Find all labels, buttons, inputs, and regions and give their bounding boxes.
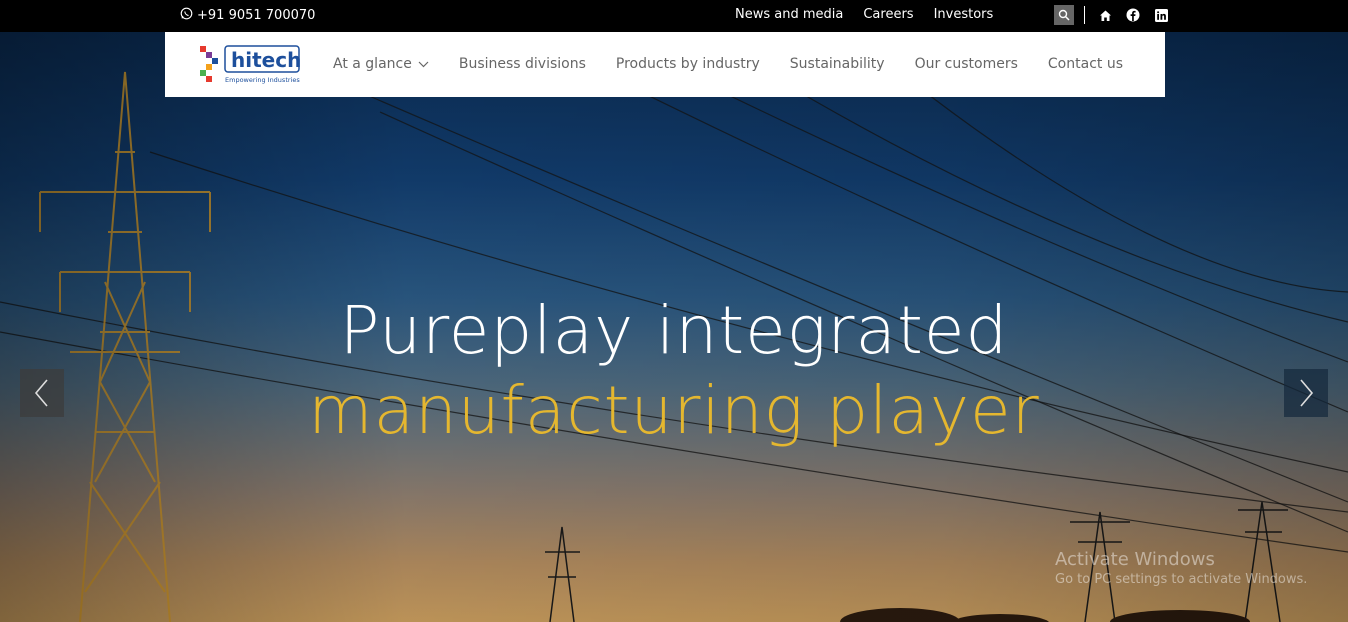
chevron-down-icon bbox=[418, 61, 429, 67]
phone-number: +91 9051 700070 bbox=[197, 8, 316, 23]
nav-our-customers[interactable]: Our customers bbox=[915, 56, 1018, 72]
search-button[interactable] bbox=[1054, 5, 1074, 25]
hero-headline-line1: Pureplay integrated bbox=[339, 292, 1009, 369]
carousel-prev-button[interactable] bbox=[20, 369, 64, 417]
nav-at-a-glance[interactable]: At a glance bbox=[333, 56, 429, 72]
top-link-investors[interactable]: Investors bbox=[934, 7, 994, 22]
home-icon[interactable] bbox=[1098, 8, 1112, 22]
svg-text:hitech: hitech bbox=[231, 48, 300, 72]
top-bar: +91 9051 700070 News and media Careers I… bbox=[0, 0, 1348, 32]
top-link-careers[interactable]: Careers bbox=[863, 7, 913, 22]
activate-windows-watermark: Activate Windows Go to PC settings to ac… bbox=[1055, 549, 1307, 587]
search-icon bbox=[1058, 9, 1070, 21]
nav-products-by-industry[interactable]: Products by industry bbox=[616, 56, 760, 72]
chevron-right-icon bbox=[1300, 379, 1314, 407]
watermark-title: Activate Windows bbox=[1055, 549, 1215, 570]
watermark-subtitle: Go to PC settings to activate Windows. bbox=[1055, 572, 1308, 587]
topbar-divider bbox=[1084, 6, 1085, 24]
nav-contact-us[interactable]: Contact us bbox=[1048, 56, 1123, 72]
main-navbar: hitech Empowering Industries At a glance… bbox=[165, 32, 1165, 97]
linkedin-icon[interactable] bbox=[1154, 8, 1168, 22]
nav-sustainability[interactable]: Sustainability bbox=[790, 56, 885, 72]
nav-at-a-glance-label: At a glance bbox=[333, 56, 412, 72]
carousel-next-button[interactable] bbox=[1284, 369, 1328, 417]
nav-business-divisions[interactable]: Business divisions bbox=[459, 56, 586, 72]
chevron-left-icon bbox=[34, 379, 48, 407]
facebook-icon[interactable] bbox=[1126, 8, 1140, 22]
top-link-news[interactable]: News and media bbox=[735, 7, 843, 22]
phone-contact[interactable]: +91 9051 700070 bbox=[180, 7, 315, 24]
hero-banner: Pureplay integrated manufacturing player… bbox=[0, 32, 1348, 622]
whatsapp-icon bbox=[180, 7, 193, 24]
hero-headline-line2: manufacturing player bbox=[308, 372, 1040, 449]
svg-text:Empowering Industries: Empowering Industries bbox=[225, 76, 300, 84]
hitech-logo[interactable]: hitech Empowering Industries bbox=[200, 44, 301, 86]
